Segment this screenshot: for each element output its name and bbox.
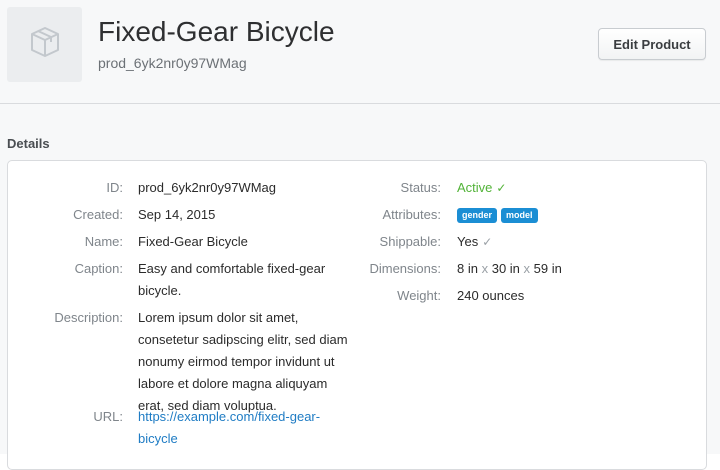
caption-line: Easy and comfortable fixed-gear xyxy=(138,261,326,276)
dimension-separator: x xyxy=(523,261,531,276)
dimension-height: 59 in xyxy=(533,261,562,276)
attribute-badge-model[interactable]: model xyxy=(501,208,538,223)
status-value: Active ✓ xyxy=(457,177,506,199)
url-line[interactable]: bicycle xyxy=(138,428,320,450)
name-value: Fixed-Gear Bicycle xyxy=(138,234,248,249)
attributes-label: Attributes: xyxy=(382,207,441,222)
dimension-width: 30 in xyxy=(491,261,520,276)
check-icon: ✓ xyxy=(482,235,493,249)
weight-label: Weight: xyxy=(397,288,441,303)
description-line: Lorem ipsum dolor sit amet, xyxy=(138,310,299,325)
url-line[interactable]: https://example.com/fixed-gear- xyxy=(138,406,320,428)
description-label: Description: xyxy=(54,310,123,325)
package-icon xyxy=(28,25,62,64)
details-heading: Details xyxy=(7,136,50,151)
dimensions-value: 8 in x 30 in x 59 in xyxy=(457,258,562,280)
description-line: nonumy eirmod tempor invidunt ut xyxy=(138,354,335,369)
created-label: Created: xyxy=(73,207,123,222)
product-id-subtitle: prod_6yk2nr0y97WMag xyxy=(98,55,247,71)
details-section: Details ID: prod_6yk2nr0y97WMag Created:… xyxy=(0,104,720,470)
description-value: Lorem ipsum dolor sit amet, consetetur s… xyxy=(138,307,348,417)
status-text: Active xyxy=(457,180,493,195)
check-icon: ✓ xyxy=(496,181,507,195)
dimensions-label: Dimensions: xyxy=(369,261,441,276)
page-title: Fixed-Gear Bicycle xyxy=(98,16,335,47)
name-label: Name: xyxy=(84,234,123,249)
edit-product-button[interactable]: Edit Product xyxy=(598,28,706,60)
attribute-badge-gender[interactable]: gender xyxy=(457,208,498,223)
shippable-label: Shippable: xyxy=(379,234,441,249)
caption-value: Easy and comfortable fixed-gear bicycle. xyxy=(138,258,325,302)
weight-value: 240 ounces xyxy=(457,288,525,303)
created-value: Sep 14, 2015 xyxy=(138,207,216,222)
product-header: Fixed-Gear Bicycle prod_6yk2nr0y97WMag E… xyxy=(0,0,720,104)
description-line: consetetur sadipscing elitr, sed diam xyxy=(138,332,348,347)
id-value: prod_6yk2nr0y97WMag xyxy=(138,180,277,195)
dimension-separator: x xyxy=(481,261,489,276)
description-line: labore et dolore magna aliquyam xyxy=(138,376,328,391)
shippable-text: Yes xyxy=(457,234,479,249)
attributes-value: gender model xyxy=(457,204,542,226)
details-card: ID: prod_6yk2nr0y97WMag Created: Sep 14,… xyxy=(7,160,707,470)
caption-line: bicycle. xyxy=(138,283,182,298)
dimension-length: 8 in xyxy=(457,261,478,276)
shippable-value: Yes ✓ xyxy=(457,231,492,253)
caption-label: Caption: xyxy=(74,261,123,276)
url-label: URL: xyxy=(93,409,123,424)
url-link[interactable]: https://example.com/fixed-gear- bicycle xyxy=(138,406,320,450)
status-label: Status: xyxy=(400,180,441,195)
id-label: ID: xyxy=(106,180,123,195)
product-thumbnail xyxy=(7,7,82,82)
